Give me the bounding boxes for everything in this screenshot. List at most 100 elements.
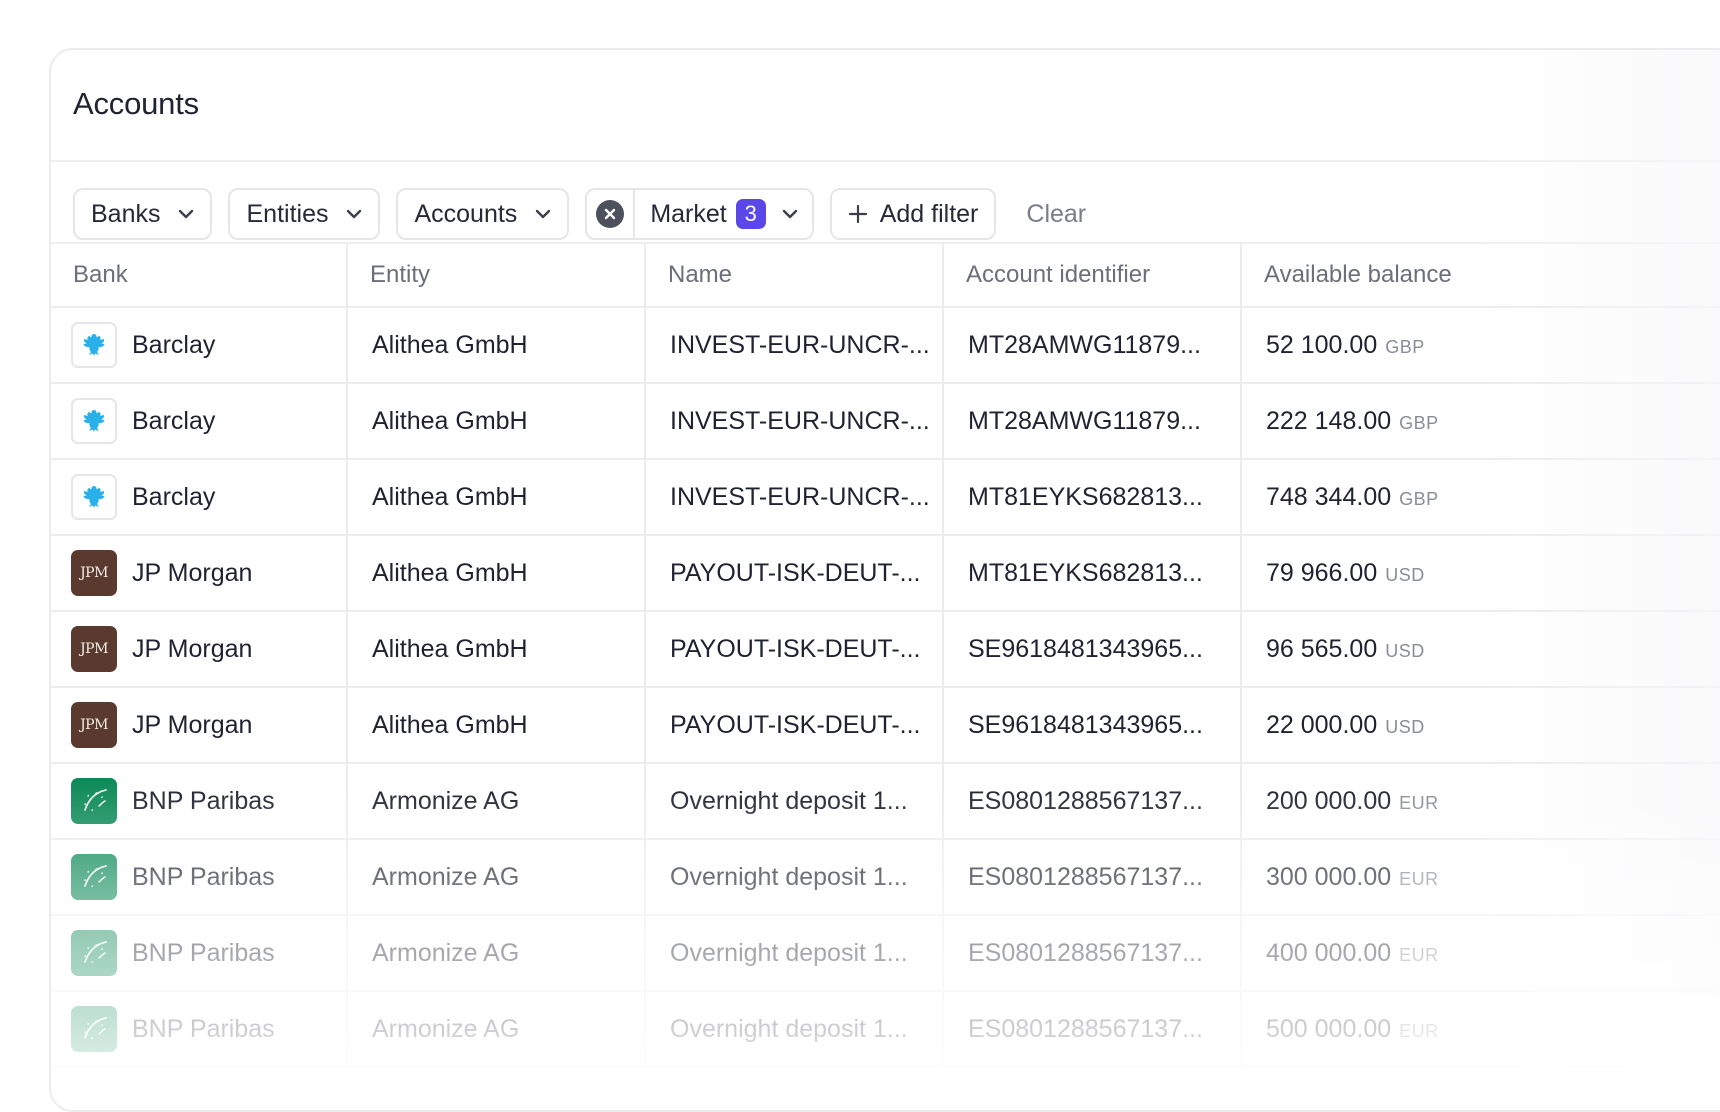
- table-row[interactable]: Barclay Alithea GmbH INVEST-EUR-UNCR-...…: [51, 383, 1720, 460]
- name-cell: Overnight deposit 1...: [645, 915, 944, 992]
- entity-cell: Alithea GmbH: [347, 611, 646, 688]
- bank-name: JP Morgan: [132, 710, 253, 739]
- name-cell: PAYOUT-ISK-DEUT-...: [645, 687, 944, 764]
- entity-cell: Alithea GmbH: [347, 687, 646, 764]
- bank-name: Barclay: [132, 482, 216, 511]
- account-identifier-cell: MT28AMWG11879...: [943, 307, 1242, 384]
- available-balance-cell: 300 000.00 EUR: [1241, 839, 1720, 916]
- balance-amount: 200 000.00: [1266, 786, 1392, 815]
- account-identifier-cell: ES0801288567137...: [943, 915, 1242, 992]
- accounts-filter-label: Accounts: [414, 199, 518, 228]
- table-row[interactable]: Barclay Alithea GmbH INVEST-EUR-UNCR-...…: [51, 459, 1720, 536]
- account-identifier-cell: MT81EYKS682813...: [943, 459, 1242, 536]
- name-cell: Overnight deposit 1...: [645, 839, 944, 916]
- balance-amount: 222 148.00: [1266, 406, 1392, 435]
- barclay-eagle-icon: [71, 474, 117, 520]
- clear-filters-button[interactable]: Clear: [1026, 200, 1086, 229]
- balance-amount: 96 565.00: [1266, 634, 1378, 663]
- page-title: Accounts: [73, 86, 199, 121]
- name-cell: Overnight deposit 1...: [645, 991, 944, 1068]
- add-filter-label: Add filter: [879, 199, 979, 228]
- name-cell: INVEST-EUR-UNCR-...: [645, 459, 944, 536]
- table-row[interactable]: BNP Paribas Armonize AG Overnight deposi…: [51, 991, 1720, 1068]
- name-cell: INVEST-EUR-UNCR-...: [645, 307, 944, 384]
- balance-amount: 22 000.00: [1266, 710, 1378, 739]
- entity-cell: Armonize AG: [347, 991, 646, 1068]
- column-header-bank[interactable]: Bank: [51, 244, 348, 308]
- table-row[interactable]: JPM JP Morgan Alithea GmbH PAYOUT-ISK-DE…: [51, 687, 1720, 764]
- balance-amount: 79 966.00: [1266, 558, 1378, 587]
- bank-name: BNP Paribas: [132, 862, 275, 891]
- market-filter-button[interactable]: Market 3: [585, 188, 814, 240]
- account-identifier-cell: SE9618481343965...: [943, 611, 1242, 688]
- column-header-available-balance[interactable]: Available balance: [1241, 244, 1720, 308]
- table-row[interactable]: JPM JP Morgan Alithea GmbH PAYOUT-ISK-DE…: [51, 535, 1720, 612]
- name-cell: PAYOUT-ISK-DEUT-...: [645, 535, 944, 612]
- available-balance-cell: 52 100.00 GBP: [1241, 307, 1720, 384]
- available-balance-cell: 500 000.00 EUR: [1241, 991, 1720, 1068]
- available-balance-cell: 22 000.00 USD: [1241, 687, 1720, 764]
- available-balance-cell: 748 344.00 GBP: [1241, 459, 1720, 536]
- add-filter-button[interactable]: Add filter: [829, 188, 997, 240]
- entity-cell: Alithea GmbH: [347, 459, 646, 536]
- table-row[interactable]: BNP Paribas Armonize AG Overnight deposi…: [51, 915, 1720, 992]
- entities-filter-button[interactable]: Entities: [228, 188, 381, 240]
- available-balance-cell: 79 966.00 USD: [1241, 535, 1720, 612]
- balance-currency: GBP: [1399, 412, 1439, 433]
- bank-name: BNP Paribas: [132, 786, 275, 815]
- account-identifier-cell: SE9618481343965...: [943, 687, 1242, 764]
- banks-filter-button[interactable]: Banks: [73, 188, 213, 240]
- bank-cell: Barclay: [51, 383, 348, 460]
- bank-name: BNP Paribas: [132, 1014, 275, 1043]
- jpm-logo-icon: JPM: [71, 702, 117, 748]
- name-cell: PAYOUT-ISK-DEUT-...: [645, 611, 944, 688]
- jpm-logo-text: JPM: [80, 717, 108, 733]
- plus-icon: [848, 204, 867, 224]
- table-row[interactable]: JPM JP Morgan Alithea GmbH PAYOUT-ISK-DE…: [51, 611, 1720, 688]
- bnp-stars-icon: [71, 778, 117, 824]
- column-header-account-identifier[interactable]: Account identifier: [943, 244, 1242, 308]
- chevron-down-icon: [347, 209, 362, 219]
- balance-currency: EUR: [1399, 792, 1439, 813]
- bank-cell: BNP Paribas: [51, 763, 348, 840]
- bank-name: Barclay: [132, 406, 216, 435]
- chevron-down-icon: [179, 209, 194, 219]
- balance-amount: 400 000.00: [1266, 938, 1392, 967]
- table-row[interactable]: BNP Paribas Armonize AG Overnight deposi…: [51, 839, 1720, 916]
- bank-name: JP Morgan: [132, 634, 253, 663]
- market-count-badge: 3: [735, 199, 766, 229]
- accounts-table: Bank Entity Name Account identifier Avai…: [51, 244, 1720, 1068]
- balance-currency: GBP: [1385, 336, 1425, 357]
- bank-name: BNP Paribas: [132, 938, 275, 967]
- chevron-down-icon: [536, 209, 551, 219]
- available-balance-cell: 96 565.00 USD: [1241, 611, 1720, 688]
- entity-cell: Armonize AG: [347, 839, 646, 916]
- bank-cell: JPM JP Morgan: [51, 687, 348, 764]
- jpm-logo-icon: JPM: [71, 550, 117, 596]
- balance-amount: 748 344.00: [1266, 482, 1392, 511]
- balance-amount: 500 000.00: [1266, 1014, 1392, 1043]
- title-divider: [51, 160, 1720, 162]
- name-cell: INVEST-EUR-UNCR-...: [645, 383, 944, 460]
- balance-currency: EUR: [1399, 1020, 1439, 1041]
- entity-cell: Alithea GmbH: [347, 383, 646, 460]
- entities-filter-label: Entities: [246, 199, 329, 228]
- bnp-stars-icon: [71, 854, 117, 900]
- banks-filter-label: Banks: [91, 199, 161, 228]
- bank-cell: BNP Paribas: [51, 991, 348, 1068]
- balance-currency: USD: [1385, 716, 1425, 737]
- bank-cell: BNP Paribas: [51, 915, 348, 992]
- bank-cell: Barclay: [51, 459, 348, 536]
- column-header-name[interactable]: Name: [645, 244, 944, 308]
- column-header-entity[interactable]: Entity: [347, 244, 646, 308]
- remove-market-filter-button[interactable]: [587, 190, 636, 238]
- available-balance-cell: 222 148.00 GBP: [1241, 383, 1720, 460]
- balance-currency: USD: [1385, 564, 1425, 585]
- accounts-filter-button[interactable]: Accounts: [396, 188, 570, 240]
- balance-currency: EUR: [1399, 868, 1439, 889]
- entity-cell: Armonize AG: [347, 915, 646, 992]
- bnp-stars-icon: [71, 1006, 117, 1052]
- table-row[interactable]: Barclay Alithea GmbH INVEST-EUR-UNCR-...…: [51, 307, 1720, 384]
- bank-cell: JPM JP Morgan: [51, 535, 348, 612]
- table-row[interactable]: BNP Paribas Armonize AG Overnight deposi…: [51, 763, 1720, 840]
